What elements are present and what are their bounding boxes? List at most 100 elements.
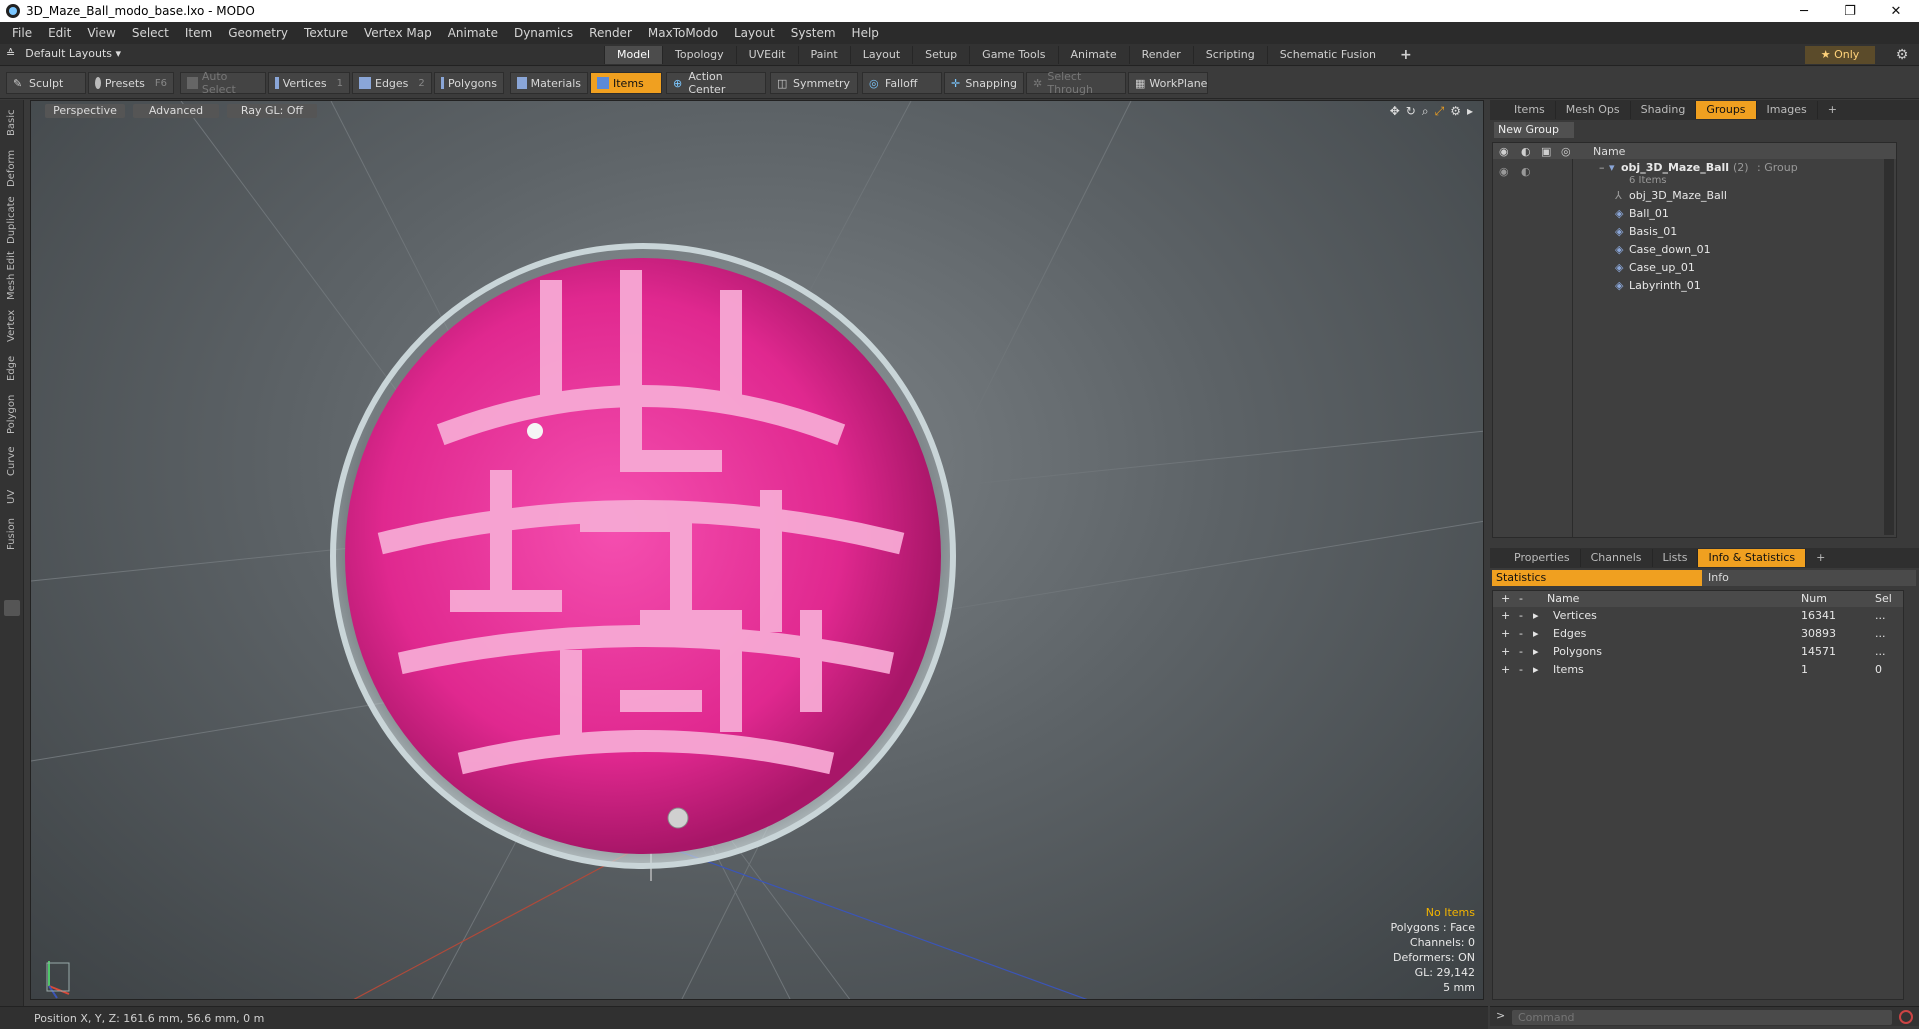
table-row[interactable]: + - ▸ Polygons 14571 ... <box>1493 643 1903 661</box>
layout-dropdown[interactable]: Default Layouts ▾ <box>25 47 121 60</box>
add-icon[interactable]: + <box>1501 661 1510 679</box>
advanced-button[interactable]: Advanced <box>133 104 219 118</box>
vertices-button[interactable]: Vertices 1 <box>268 72 350 94</box>
add-tab-icon[interactable]: + <box>1388 46 1424 64</box>
tab-topology[interactable]: Topology <box>662 46 736 64</box>
polygons-button[interactable]: Polygons <box>434 72 504 94</box>
expand-all-icon[interactable]: + <box>1501 591 1510 607</box>
command-input[interactable] <box>1512 1010 1892 1025</box>
tab-layout[interactable]: Layout <box>849 46 912 64</box>
maximize-button[interactable]: ❐ <box>1827 0 1873 22</box>
tab-groups[interactable]: Groups <box>1696 101 1757 119</box>
tab-paint[interactable]: Paint <box>797 46 850 64</box>
menu-view[interactable]: View <box>79 26 123 40</box>
vtab-polygon[interactable]: Polygon <box>0 390 24 438</box>
info-subtab[interactable]: Info <box>1702 570 1916 586</box>
record-icon[interactable] <box>1899 1010 1913 1024</box>
tab-animate[interactable]: Animate <box>1057 46 1129 64</box>
presets-button[interactable]: Presets F6 <box>88 72 174 94</box>
auto-select-button[interactable]: Auto Select <box>180 70 266 96</box>
menu-geometry[interactable]: Geometry <box>220 26 296 40</box>
edges-button[interactable]: Edges 2 <box>352 72 432 94</box>
new-group-button[interactable]: New Group <box>1494 122 1574 138</box>
tab-scripting[interactable]: Scripting <box>1192 46 1267 64</box>
render-col-icon[interactable]: ◐ <box>1521 145 1531 158</box>
expand-arrow-icon[interactable]: ▸ <box>1533 625 1539 643</box>
table-row[interactable]: + - ▸ Vertices 16341 ... <box>1493 607 1903 625</box>
tab-mesh-ops[interactable]: Mesh Ops <box>1556 101 1631 119</box>
tab-render[interactable]: Render <box>1128 46 1193 64</box>
remove-icon[interactable]: - <box>1519 607 1523 625</box>
expand-arrow-icon[interactable]: ▸ <box>1533 607 1539 625</box>
remove-icon[interactable]: - <box>1519 661 1523 679</box>
vtab-edge[interactable]: Edge <box>0 350 24 386</box>
tab-schematic-fusion[interactable]: Schematic Fusion <box>1266 46 1388 64</box>
group-row[interactable]: ◉ ◐ – ▾ obj_3D_Maze_Ball (2) : Group 6 I… <box>1493 159 1896 187</box>
statistics-subtab[interactable]: Statistics <box>1492 570 1702 586</box>
tree-item-basis[interactable]: ◈ Basis_01 <box>1493 223 1896 241</box>
menu-animate[interactable]: Animate <box>440 26 506 40</box>
lock-col-icon[interactable]: ▣ <box>1541 145 1551 158</box>
tab-images[interactable]: Images <box>1757 101 1818 119</box>
move-view-icon[interactable]: ✥ <box>1390 104 1400 119</box>
menu-vertex-map[interactable]: Vertex Map <box>356 26 440 40</box>
tab-info-statistics[interactable]: Info & Statistics <box>1698 549 1807 567</box>
tab-channels[interactable]: Channels <box>1581 549 1653 567</box>
tree-item-case-up[interactable]: ◈ Case_up_01 <box>1493 259 1896 277</box>
remove-icon[interactable]: - <box>1519 643 1523 661</box>
table-row[interactable]: + - ▸ Edges 30893 ... <box>1493 625 1903 643</box>
tab-model[interactable]: Model <box>604 46 663 64</box>
expand-arrow-icon[interactable]: ▸ <box>1533 643 1539 661</box>
vtab-mesh-edit[interactable]: Mesh Edit <box>0 250 24 302</box>
vtab-deform[interactable]: Deform <box>0 146 24 190</box>
vtab-basic[interactable]: Basic <box>0 104 24 142</box>
tab-lists[interactable]: Lists <box>1653 549 1699 567</box>
menu-texture[interactable]: Texture <box>296 26 356 40</box>
tab-items[interactable]: Items <box>1504 101 1556 119</box>
viewport-more-icon[interactable]: ▸ <box>1467 104 1473 119</box>
add-panel-tab-icon[interactable]: + <box>1818 101 1847 119</box>
collapse-all-icon[interactable]: - <box>1519 591 1523 607</box>
rotate-view-icon[interactable]: ↻ <box>1406 104 1416 119</box>
menu-file[interactable]: File <box>4 26 40 40</box>
menu-help[interactable]: Help <box>844 26 887 40</box>
tab-shading[interactable]: Shading <box>1631 101 1697 119</box>
menu-item[interactable]: Item <box>177 26 220 40</box>
tab-uvedit[interactable]: UVEdit <box>735 46 798 64</box>
menu-system[interactable]: System <box>783 26 844 40</box>
remove-icon[interactable]: - <box>1519 625 1523 643</box>
menu-dynamics[interactable]: Dynamics <box>506 26 581 40</box>
tab-setup[interactable]: Setup <box>912 46 969 64</box>
action-center-button[interactable]: ⊕ Action Center <box>666 70 766 96</box>
gear-icon[interactable]: ⚙ <box>1893 46 1911 64</box>
sculpt-button[interactable]: ✎ Sculpt <box>6 72 86 94</box>
vtab-uv[interactable]: UV <box>0 484 24 510</box>
vtab-curve[interactable]: Curve <box>0 442 24 480</box>
tree-item-ball[interactable]: ◈ Ball_01 <box>1493 205 1896 223</box>
workplane-button[interactable]: ▦ WorkPlane <box>1128 72 1208 94</box>
add-icon[interactable]: + <box>1501 625 1510 643</box>
vtab-vertex[interactable]: Vertex <box>0 306 24 346</box>
menu-edit[interactable]: Edit <box>40 26 79 40</box>
tree-scrollbar[interactable] <box>1884 159 1894 535</box>
tree-item-labyrinth[interactable]: ◈ Labyrinth_01 <box>1493 277 1896 295</box>
select-through-button[interactable]: ✲ Select Through <box>1026 70 1126 96</box>
layout-expand-icon[interactable]: ≙ <box>6 47 15 60</box>
table-row[interactable]: + - ▸ Items 1 0 <box>1493 661 1903 679</box>
menu-render[interactable]: Render <box>581 26 640 40</box>
expand-arrow-icon[interactable]: ▸ <box>1533 661 1539 679</box>
menu-maxtomodo[interactable]: MaxToModo <box>640 26 726 40</box>
3d-viewport[interactable]: Perspective Advanced Ray GL: Off ✥ ↻ ⌕ ⤢… <box>30 100 1484 1000</box>
zoom-view-icon[interactable]: ⌕ <box>1422 104 1429 119</box>
viewport-settings-icon[interactable]: ⚙ <box>1450 104 1461 119</box>
only-button[interactable]: ★ Only <box>1805 46 1875 64</box>
add-icon[interactable]: + <box>1501 607 1510 625</box>
add-icon[interactable]: + <box>1501 643 1510 661</box>
symmetry-button[interactable]: ◫ Symmetry <box>770 72 858 94</box>
close-button[interactable]: ✕ <box>1873 0 1919 22</box>
vtab-fusion[interactable]: Fusion <box>0 514 24 554</box>
group-expand-icon[interactable]: – <box>1599 159 1605 177</box>
items-button[interactable]: Items <box>590 72 662 94</box>
tab-game-tools[interactable]: Game Tools <box>969 46 1057 64</box>
group-render-icon[interactable]: ◐ <box>1521 163 1531 181</box>
